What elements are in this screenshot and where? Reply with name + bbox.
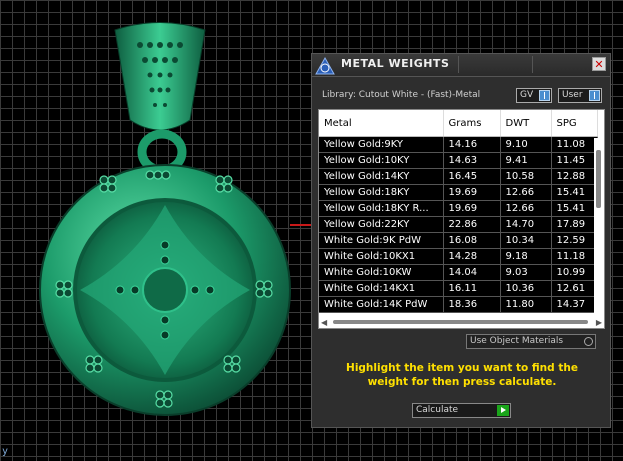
table-cell: 9.41 — [500, 152, 552, 169]
table-cell: 9.18 — [500, 248, 552, 265]
table-cell: 14.28 — [443, 248, 501, 265]
table-row[interactable]: White Gold:10KX1 14.28 9.18 11.18 — [319, 248, 598, 265]
close-button[interactable]: ✕ — [592, 57, 606, 71]
metal-weights-panel: METAL WEIGHTS ✕ Library: Cutout White - … — [311, 53, 611, 428]
scrollbar-thumb[interactable] — [596, 150, 601, 208]
table-cell: 14.63 — [443, 152, 501, 169]
table-cell: 16.45 — [443, 168, 501, 185]
table-cell: White Gold:14KX1 — [319, 280, 444, 297]
table-cell: 15.41 — [551, 200, 598, 217]
table-cell: Yellow Gold:10KY — [319, 152, 444, 169]
table-row[interactable]: White Gold:9K PdW 16.08 10.34 12.59 — [319, 232, 598, 249]
table-row[interactable]: White Gold:10KW 14.04 9.03 10.99 — [319, 264, 598, 281]
instruction-text: Highlight the item you want to find the … — [346, 362, 578, 388]
toggle-icon — [539, 90, 550, 101]
table-header-row: Metal Grams DWT SPG — [319, 110, 598, 137]
table-row[interactable]: Yellow Gold:9KY 14.16 9.10 11.08 — [319, 136, 598, 153]
table-cell: 15.41 — [551, 184, 598, 201]
table-cell: Yellow Gold:22KY — [319, 216, 444, 233]
table-cell: 10.34 — [500, 232, 552, 249]
play-icon — [497, 405, 509, 416]
table-cell: 18.36 — [443, 296, 501, 313]
radio-icon — [584, 337, 593, 346]
table-cell: 14.16 — [443, 136, 501, 153]
table-cell: 12.66 — [500, 200, 552, 217]
table-row[interactable]: White Gold:14KX1 16.11 10.36 12.61 — [319, 280, 598, 297]
table-cell: 12.59 — [551, 232, 598, 249]
scroll-left-icon[interactable]: ◀ — [321, 318, 327, 327]
user-toggle[interactable]: User — [558, 88, 602, 103]
calculate-label: Calculate — [416, 405, 459, 415]
column-header-grams[interactable]: Grams — [443, 110, 501, 137]
table-row[interactable]: Yellow Gold:18KY R... 19.69 12.66 15.41 — [319, 200, 598, 217]
title-bar[interactable]: METAL WEIGHTS ✕ — [312, 54, 610, 77]
table-cell: 9.03 — [500, 264, 552, 281]
table-cell: 12.88 — [551, 168, 598, 185]
title-divider — [458, 56, 459, 73]
table-cell: 12.61 — [551, 280, 598, 297]
title-divider — [532, 56, 533, 73]
user-label: User — [562, 90, 583, 100]
table-cell: 14.70 — [500, 216, 552, 233]
table-cell: Yellow Gold:14KY — [319, 168, 444, 185]
table-cell: Yellow Gold:18KY R... — [319, 200, 444, 217]
table-cell: Yellow Gold:18KY — [319, 184, 444, 201]
table-cell: 10.36 — [500, 280, 552, 297]
scrollbar-thumb[interactable] — [333, 320, 588, 324]
table-cell: 11.45 — [551, 152, 598, 169]
use-object-materials-label: Use Object Materials — [470, 336, 564, 346]
axis-label: y — [2, 446, 9, 457]
calculate-button[interactable]: Calculate — [412, 403, 511, 418]
column-header-spg[interactable]: SPG — [551, 110, 598, 137]
horizontal-scrollbar[interactable]: ◀ ▶ — [319, 316, 604, 328]
table-row[interactable]: Yellow Gold:10KY 14.63 9.41 11.45 — [319, 152, 598, 169]
gv-toggle[interactable]: GV — [516, 88, 552, 103]
table-row[interactable]: Yellow Gold:14KY 16.45 10.58 12.88 — [319, 168, 598, 185]
use-object-materials-option[interactable]: Use Object Materials — [466, 334, 596, 349]
table-cell: 19.69 — [443, 200, 501, 217]
table-row[interactable]: White Gold:14K PdW 18.36 11.80 14.37 — [319, 296, 598, 313]
column-header-dwt[interactable]: DWT — [500, 110, 552, 137]
table-cell: White Gold:10KX1 — [319, 248, 444, 265]
table-cell: 16.11 — [443, 280, 501, 297]
gv-label: GV — [520, 90, 534, 100]
table-cell: 22.86 — [443, 216, 501, 233]
table-cell: 14.04 — [443, 264, 501, 281]
table-cell: White Gold:14K PdW — [319, 296, 444, 313]
weights-table: Metal Grams DWT SPG Yellow Gold:9KY 14.16… — [319, 110, 598, 313]
table-row[interactable]: Yellow Gold:18KY 19.69 12.66 15.41 — [319, 184, 598, 201]
table-cell: White Gold:9K PdW — [319, 232, 444, 249]
weights-table-container[interactable]: Metal Grams DWT SPG Yellow Gold:9KY 14.16… — [318, 109, 605, 329]
table-cell: 11.18 — [551, 248, 598, 265]
pendant-model[interactable] — [0, 0, 330, 461]
library-label: Library: Cutout White - (Fast)-Metal — [322, 90, 481, 100]
scroll-right-icon[interactable]: ▶ — [596, 318, 602, 327]
toggle-icon — [589, 90, 600, 101]
table-cell: Yellow Gold:9KY — [319, 136, 444, 153]
column-header-metal[interactable]: Metal — [319, 110, 444, 137]
vertical-scrollbar[interactable] — [594, 138, 603, 314]
table-cell: 17.89 — [551, 216, 598, 233]
table-row[interactable]: Yellow Gold:22KY 22.86 14.70 17.89 — [319, 216, 598, 233]
app-logo-icon — [315, 56, 335, 75]
table-cell: 9.10 — [500, 136, 552, 153]
table-cell: 10.58 — [500, 168, 552, 185]
table-cell: White Gold:10KW — [319, 264, 444, 281]
table-cell: 12.66 — [500, 184, 552, 201]
table-cell: 16.08 — [443, 232, 501, 249]
table-cell: 11.80 — [500, 296, 552, 313]
table-cell: 19.69 — [443, 184, 501, 201]
table-cell: 10.99 — [551, 264, 598, 281]
panel-title: METAL WEIGHTS — [341, 57, 450, 70]
table-cell: 14.37 — [551, 296, 598, 313]
table-cell: 11.08 — [551, 136, 598, 153]
